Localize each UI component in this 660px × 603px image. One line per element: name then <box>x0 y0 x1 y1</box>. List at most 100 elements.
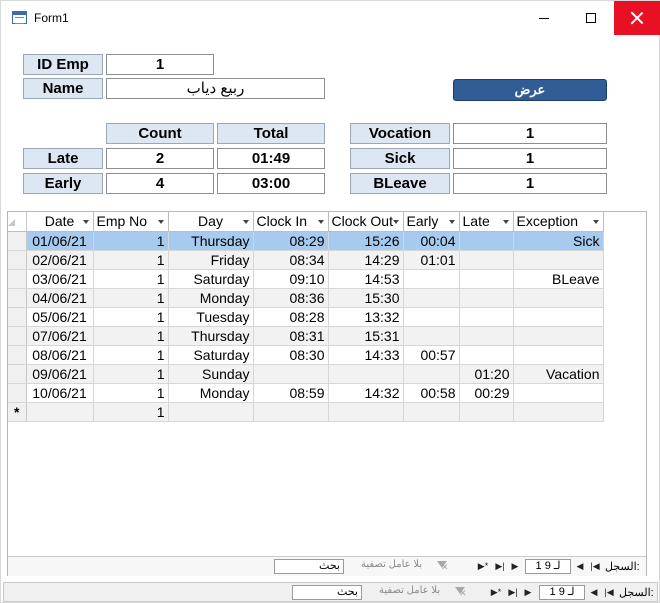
cell-late[interactable] <box>459 307 514 327</box>
cell-clock-in[interactable] <box>253 364 329 384</box>
cell-day[interactable]: Monday <box>168 288 254 308</box>
cell-early[interactable] <box>403 288 460 308</box>
cell-clock-out[interactable] <box>328 364 404 384</box>
cell-emp-no[interactable]: 1 <box>93 364 169 384</box>
cell-date[interactable]: 07/06/21 <box>26 326 94 346</box>
cell-exception[interactable]: Vacation <box>513 364 604 384</box>
filter-status[interactable]: بلا عامل تصفية <box>361 559 422 570</box>
cell-clock-out[interactable]: 15:30 <box>328 288 404 308</box>
last-record-button[interactable]: ▶| <box>493 559 507 574</box>
cell-emp-no[interactable]: 1 <box>93 326 169 346</box>
row-selector[interactable] <box>8 231 27 251</box>
cell-exception[interactable] <box>513 402 604 422</box>
minimize-button[interactable] <box>521 1 567 35</box>
table-row[interactable]: 01/06/21 1 Thursday 08:29 15:26 00:04 Si… <box>8 231 604 251</box>
chevron-down-icon[interactable] <box>392 220 399 224</box>
cell-exception[interactable] <box>513 383 604 403</box>
column-header-exception[interactable]: Exception <box>513 212 604 232</box>
table-row[interactable]: 02/06/21 1 Friday 08:34 14:29 01:01 <box>8 250 604 270</box>
record-position-input[interactable]: 1 لـ 9 <box>539 585 585 600</box>
cell-emp-no[interactable]: 1 <box>93 307 169 327</box>
cell-early[interactable] <box>403 326 460 346</box>
close-button[interactable] <box>614 1 660 35</box>
filter-icon[interactable] <box>436 560 449 573</box>
column-header-emp-no[interactable]: Emp No <box>93 212 169 232</box>
cell-early[interactable] <box>403 269 460 289</box>
chevron-down-icon[interactable] <box>317 220 324 224</box>
chevron-down-icon[interactable] <box>592 220 599 224</box>
cell-exception[interactable]: BLeave <box>513 269 604 289</box>
late-total-field[interactable]: 01:49 <box>217 148 325 169</box>
cell-emp-no[interactable]: 1 <box>93 345 169 365</box>
row-selector[interactable] <box>8 250 27 270</box>
column-header-date[interactable]: Date <box>26 212 94 232</box>
cell-exception[interactable] <box>513 250 604 270</box>
table-row[interactable]: 10/06/21 1 Monday 08:59 14:32 00:58 00:2… <box>8 383 604 403</box>
cell-day[interactable]: Friday <box>168 250 254 270</box>
cell-exception[interactable] <box>513 326 604 346</box>
cell-early[interactable]: 00:57 <box>403 345 460 365</box>
table-row[interactable]: 08/06/21 1 Saturday 08:30 14:33 00:57 <box>8 345 604 365</box>
id-emp-field[interactable]: 1 <box>106 54 214 75</box>
select-all-corner[interactable] <box>8 212 27 232</box>
cell-clock-in[interactable]: 08:30 <box>253 345 329 365</box>
cell-day[interactable]: Sunday <box>168 364 254 384</box>
cell-late[interactable] <box>459 269 514 289</box>
cell-early[interactable] <box>403 402 460 422</box>
cell-early[interactable]: 01:01 <box>403 250 460 270</box>
column-header-early[interactable]: Early <box>403 212 460 232</box>
cell-clock-in[interactable]: 08:28 <box>253 307 329 327</box>
cell-date[interactable] <box>26 402 94 422</box>
column-header-late[interactable]: Late <box>459 212 514 232</box>
table-row[interactable]: 07/06/21 1 Thursday 08:31 15:31 <box>8 326 604 346</box>
chevron-down-icon[interactable] <box>157 220 164 224</box>
next-record-button[interactable]: ▶ <box>508 559 522 574</box>
late-count-field[interactable]: 2 <box>106 148 214 169</box>
table-row[interactable]: 03/06/21 1 Saturday 09:10 14:53 BLeave <box>8 269 604 289</box>
cell-clock-out[interactable]: 14:53 <box>328 269 404 289</box>
cell-emp-no[interactable]: 1 <box>93 288 169 308</box>
cell-early[interactable] <box>403 364 460 384</box>
last-record-button[interactable]: ▶| <box>506 585 520 600</box>
chevron-down-icon[interactable] <box>448 220 455 224</box>
cell-late[interactable]: 01:20 <box>459 364 514 384</box>
show-button[interactable]: عرض <box>453 79 607 101</box>
cell-date[interactable]: 03/06/21 <box>26 269 94 289</box>
row-selector[interactable] <box>8 326 27 346</box>
cell-emp-no[interactable]: 1 <box>93 402 169 422</box>
cell-date[interactable]: 05/06/21 <box>26 307 94 327</box>
cell-early[interactable]: 00:58 <box>403 383 460 403</box>
name-field[interactable]: ربيع دياب <box>106 78 325 99</box>
cell-day[interactable]: Monday <box>168 383 254 403</box>
cell-late[interactable] <box>459 250 514 270</box>
row-selector[interactable] <box>8 288 27 308</box>
cell-exception[interactable] <box>513 307 604 327</box>
search-input[interactable]: بحث <box>274 559 344 574</box>
filter-status[interactable]: بلا عامل تصفية <box>379 585 440 596</box>
cell-date[interactable]: 02/06/21 <box>26 250 94 270</box>
early-count-field[interactable]: 4 <box>106 173 214 194</box>
cell-day[interactable]: Thursday <box>168 326 254 346</box>
cell-clock-out[interactable]: 13:32 <box>328 307 404 327</box>
new-record-button[interactable]: ▶* <box>476 559 490 574</box>
sick-field[interactable]: 1 <box>453 148 607 169</box>
record-position-input[interactable]: 1 لـ 9 <box>525 559 571 574</box>
cell-date[interactable]: 04/06/21 <box>26 288 94 308</box>
cell-date[interactable]: 08/06/21 <box>26 345 94 365</box>
cell-clock-in[interactable]: 08:29 <box>253 231 329 251</box>
cell-emp-no[interactable]: 1 <box>93 383 169 403</box>
first-record-button[interactable]: |◀ <box>602 585 616 600</box>
cell-late[interactable] <box>459 345 514 365</box>
row-selector[interactable] <box>8 345 27 365</box>
previous-record-button[interactable]: ◀ <box>587 585 601 600</box>
cell-exception[interactable] <box>513 345 604 365</box>
cell-clock-in[interactable]: 08:36 <box>253 288 329 308</box>
chevron-down-icon[interactable] <box>242 220 249 224</box>
maximize-button[interactable] <box>568 1 614 35</box>
cell-day[interactable]: Saturday <box>168 269 254 289</box>
next-record-button[interactable]: ▶ <box>521 585 535 600</box>
cell-clock-out[interactable] <box>328 402 404 422</box>
cell-late[interactable]: 00:29 <box>459 383 514 403</box>
cell-clock-out[interactable]: 14:29 <box>328 250 404 270</box>
cell-early[interactable] <box>403 307 460 327</box>
